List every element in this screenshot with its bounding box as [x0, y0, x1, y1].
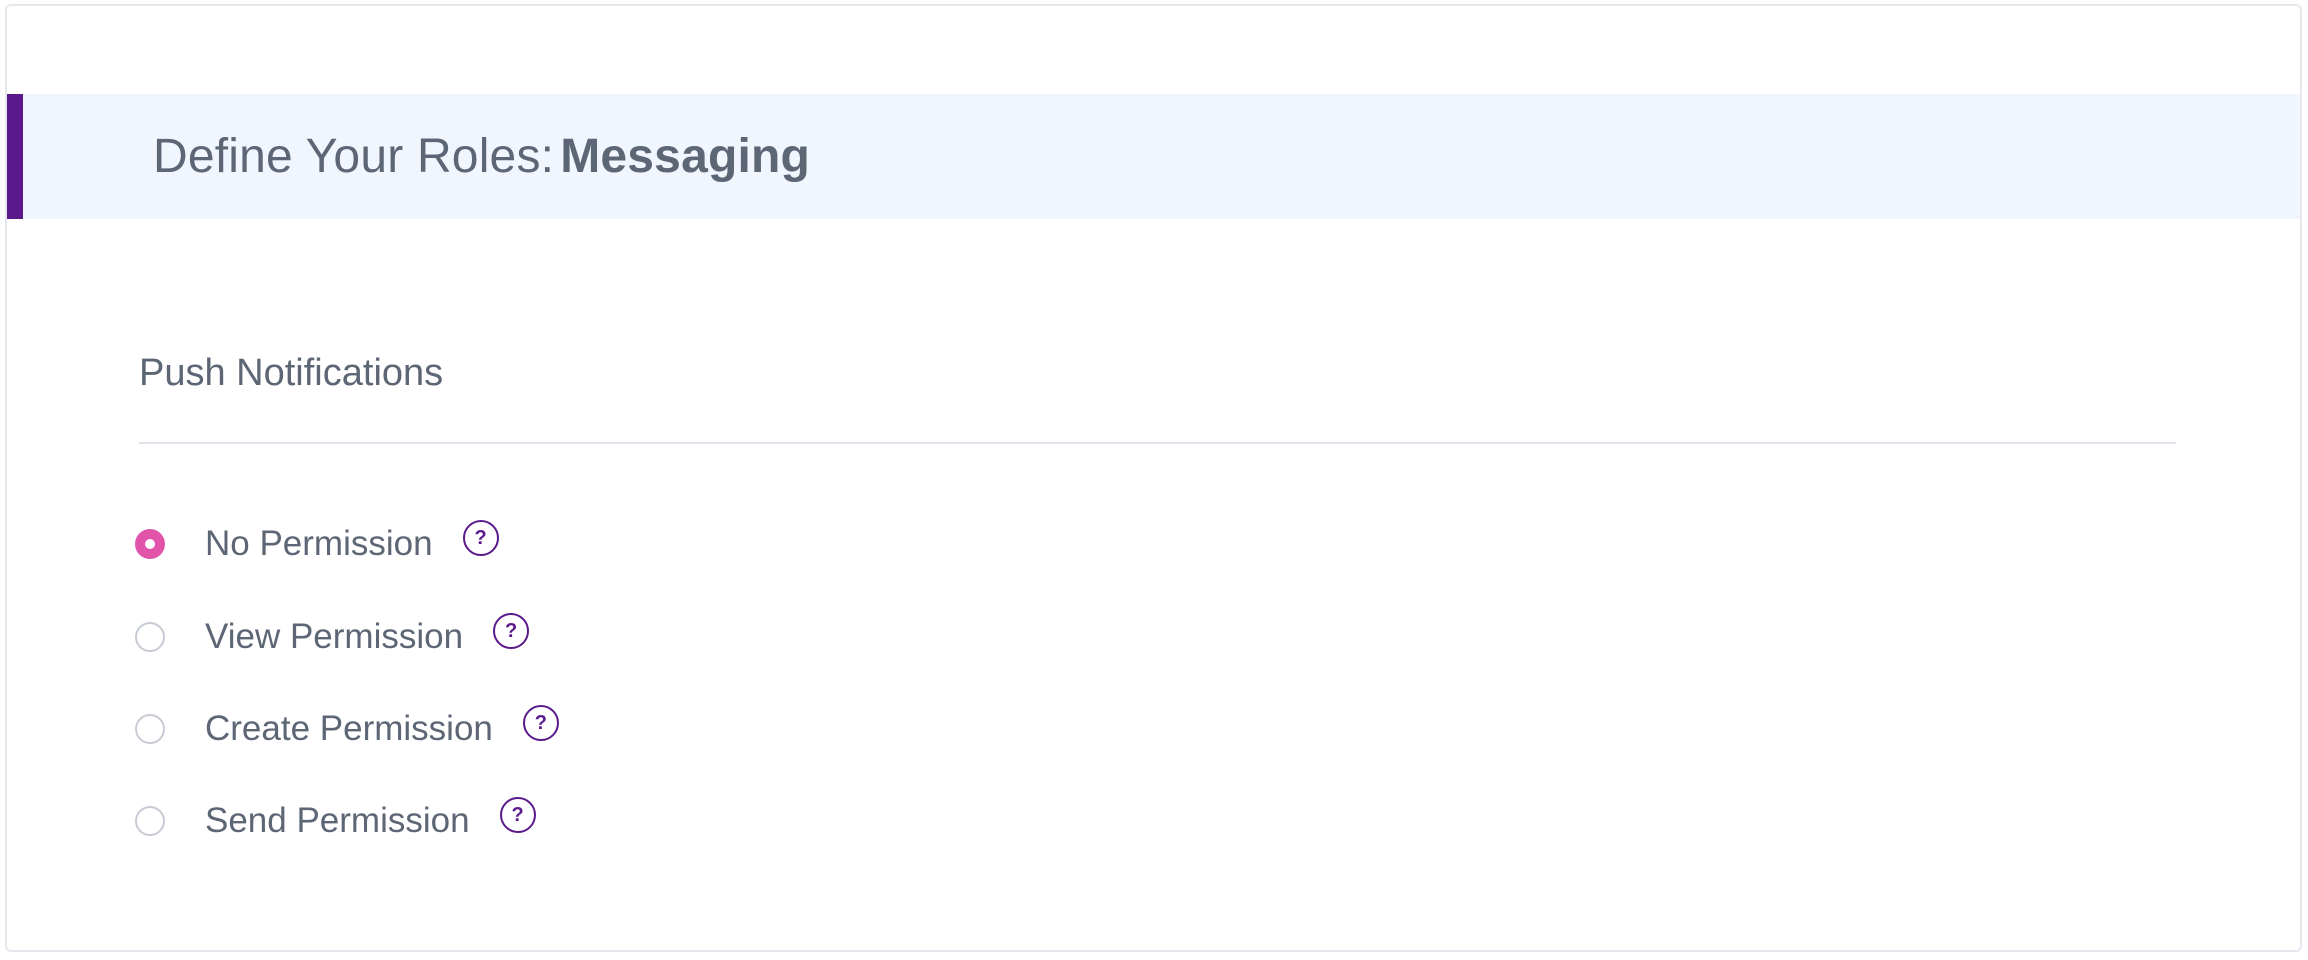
- radio-no-permission[interactable]: [135, 529, 165, 559]
- option-label-create-permission: Create Permission: [205, 709, 493, 748]
- question-circle-icon[interactable]: ?: [462, 520, 499, 556]
- question-circle-icon[interactable]: ?: [522, 705, 559, 741]
- question-circle-icon[interactable]: ?: [493, 613, 530, 649]
- page-title: Define Your Roles: Messaging: [153, 94, 810, 219]
- question-circle-icon[interactable]: ?: [499, 797, 536, 833]
- option-label-view-permission: View Permission: [205, 617, 464, 656]
- radio-send-permission[interactable]: [135, 806, 165, 836]
- permission-option-create[interactable]: Create Permission ?: [135, 701, 559, 757]
- page-title-prefix: Define Your Roles:: [153, 130, 555, 183]
- permission-option-send[interactable]: Send Permission ?: [135, 793, 536, 849]
- radio-create-permission[interactable]: [135, 714, 165, 744]
- header-accent-bar: [7, 94, 23, 219]
- header-band: Define Your Roles: Messaging: [7, 94, 2300, 219]
- permission-option-view[interactable]: View Permission ?: [135, 609, 530, 665]
- option-label-no-permission: No Permission: [205, 524, 433, 563]
- section-title: Push Notifications: [139, 352, 444, 394]
- radio-view-permission[interactable]: [135, 622, 165, 652]
- page-title-module: Messaging: [560, 130, 811, 183]
- section-divider: [139, 442, 2176, 444]
- permission-option-no[interactable]: No Permission ?: [135, 516, 499, 572]
- roles-card: Define Your Roles: Messaging Push Notifi…: [5, 4, 2302, 952]
- option-label-send-permission: Send Permission: [205, 801, 470, 840]
